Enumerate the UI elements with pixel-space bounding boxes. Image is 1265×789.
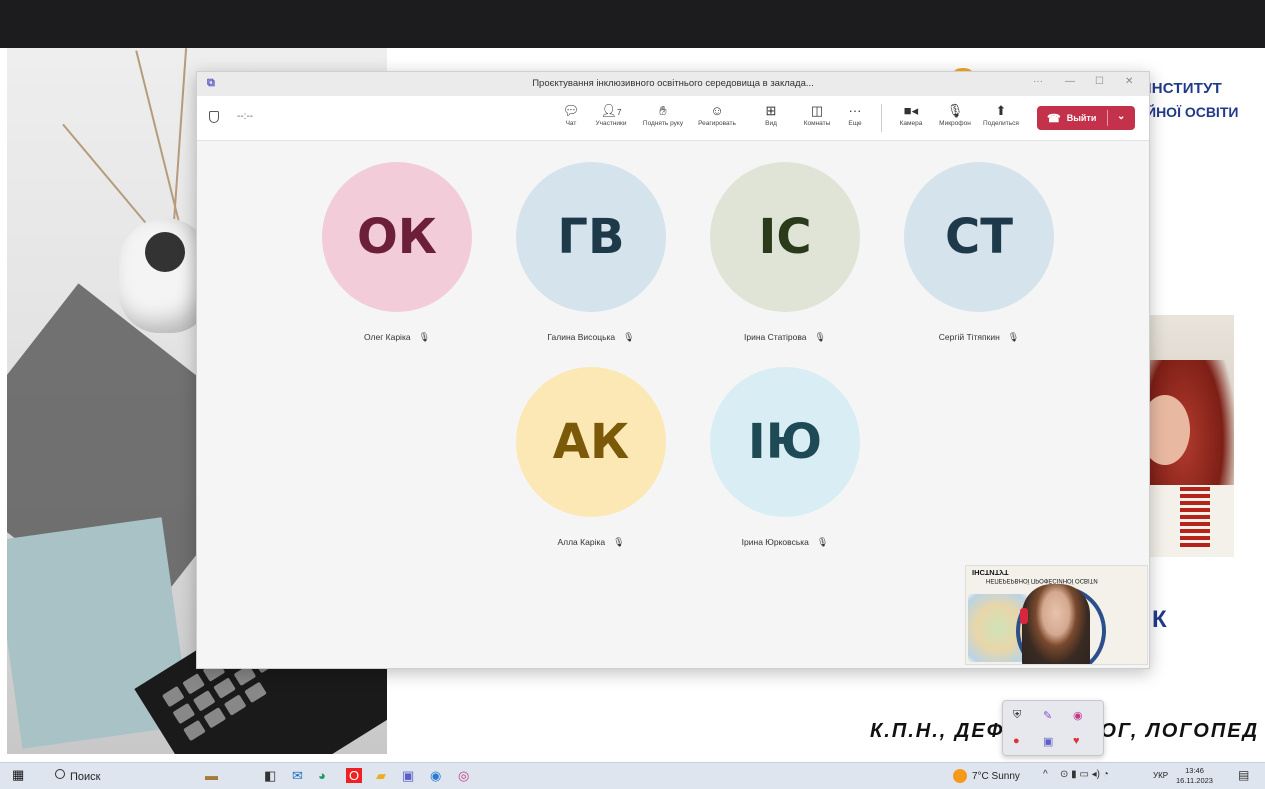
participant-name-row: Алла Каріка 🎙︎ bbox=[501, 537, 681, 548]
app-taskbar-icon[interactable]: ◉ bbox=[430, 768, 441, 784]
notifications-icon[interactable]: ▤ bbox=[1238, 768, 1249, 782]
participant-name-row: Ірина Юрковська 🎙︎ bbox=[695, 537, 875, 548]
weather-text[interactable]: 7°C Sunny bbox=[972, 771, 1020, 782]
camera-icon: ■◂ bbox=[903, 103, 919, 118]
camera-button[interactable]: ■◂ Камера bbox=[891, 102, 931, 127]
participant-name: Галина Висоцька bbox=[547, 332, 616, 342]
system-tray-icons[interactable]: ⊙ ▮ ▭ ◂) ◔ bbox=[1060, 769, 1109, 780]
participant-tile[interactable]: АК Алла Каріка 🎙︎ bbox=[501, 367, 681, 548]
window-title: Проєктування інклюзивного освітнього сер… bbox=[532, 78, 814, 89]
screen: Й ІНСТИТУТ СІЙНОЇ ОСВІТИ К К.П.Н., ДЕФ ОГ… bbox=[0, 0, 1265, 789]
mail-icon[interactable]: ✉ bbox=[292, 768, 303, 784]
people-icon: 👤︎7 bbox=[600, 103, 622, 118]
selfview-person bbox=[1022, 584, 1090, 664]
opera-icon[interactable]: O bbox=[346, 768, 363, 783]
grid-icon: ⊞ bbox=[765, 103, 777, 118]
participant-name: Сергій Тітяпкин bbox=[938, 332, 1000, 342]
mic-button[interactable]: 🎙︎ Микрофон bbox=[935, 102, 975, 127]
mic-muted-icon: 🎙︎ bbox=[814, 332, 826, 342]
mic-muted-icon: 🎙︎ bbox=[418, 332, 431, 342]
hand-icon: ✋︎ bbox=[659, 103, 667, 118]
teams-taskbar-icon[interactable]: ▣ bbox=[402, 768, 414, 784]
selfview-slide-subtitle: НЕПЕРЕРВНОЇ ПРОФЕСІЙНОЇ ОСВІТИ bbox=[986, 577, 1098, 583]
leave-button[interactable]: ☎ Выйти ⌄ bbox=[1037, 106, 1135, 130]
ellipsis-icon: ··· bbox=[848, 103, 862, 118]
headset-icon bbox=[1020, 608, 1028, 624]
meeting-timer: --:-- bbox=[237, 111, 254, 122]
teams-tray-icon[interactable]: ▣ bbox=[1043, 735, 1053, 748]
participant-name: Ірина Юрковська bbox=[741, 537, 809, 547]
participant-name: Олег Каріка bbox=[363, 332, 411, 342]
top-black-bar bbox=[0, 0, 1265, 48]
chrome-tray-icon[interactable]: ● bbox=[1013, 735, 1020, 747]
view-button[interactable]: ⊞ Вид bbox=[751, 102, 791, 127]
participant-avatar: ОК bbox=[322, 162, 472, 312]
participant-name-row: Галина Висоцька 🎙︎ bbox=[501, 332, 681, 343]
participant-avatar: ІЮ bbox=[710, 367, 860, 517]
share-icon: ⬆ bbox=[995, 103, 1007, 118]
location-tray-icon[interactable]: ♥ bbox=[1073, 735, 1080, 747]
language-indicator[interactable]: УКР bbox=[1153, 771, 1168, 780]
participant-tile[interactable]: ОК Олег Каріка 🎙︎ bbox=[307, 162, 487, 343]
participant-name-row: Олег Каріка 🎙︎ bbox=[307, 332, 487, 343]
rooms-icon: ◫ bbox=[810, 103, 824, 118]
close-button[interactable]: ✕ bbox=[1125, 76, 1133, 87]
tray-overflow-popup: ⛨ ✎ ◉ ● ▣ ♥ bbox=[1002, 700, 1104, 756]
taskbar-clock[interactable]: 13:46 16.11.2023 bbox=[1176, 766, 1213, 786]
search-icon[interactable] bbox=[55, 769, 65, 779]
smiley-icon: ☺ bbox=[710, 103, 724, 118]
task-view-icon[interactable]: ◧ bbox=[264, 768, 276, 784]
self-view-video: ІНСТИТУТ НЕПЕРЕРВНОЇ ПРОФЕСІЙНОЇ ОСВІТИ bbox=[965, 565, 1148, 665]
app-tray-icon[interactable]: ◉ bbox=[1073, 709, 1083, 722]
shield-icon[interactable] bbox=[209, 111, 219, 123]
selfview-slide-title: ІНСТИТУТ bbox=[972, 568, 1009, 577]
window-titlebar: ⧉ Проєктування інклюзивного освітнього с… bbox=[197, 72, 1149, 96]
participants-button[interactable]: 👤︎7 Участники bbox=[591, 102, 631, 127]
start-icon[interactable]: ▦ bbox=[12, 767, 24, 783]
widget-image-icon[interactable]: ▬ bbox=[205, 768, 218, 783]
participant-avatar: СТ bbox=[904, 162, 1054, 312]
taskbar-search[interactable]: Поиск bbox=[70, 771, 100, 783]
react-button[interactable]: ☺ Реагировать bbox=[697, 102, 737, 127]
pen-tray-icon[interactable]: ✎ bbox=[1043, 709, 1052, 722]
mic-muted-icon: 🎙︎ bbox=[613, 537, 625, 547]
share-button[interactable]: ⬆ Поделиться bbox=[981, 102, 1021, 127]
slide-letter: К bbox=[1152, 606, 1167, 633]
mic-muted-icon: 🎙︎ bbox=[816, 537, 829, 547]
mic-muted-icon: 🎙︎ bbox=[623, 332, 635, 342]
more-icon[interactable]: ··· bbox=[1033, 76, 1043, 87]
phone-icon: ☎ bbox=[1047, 112, 1061, 125]
participant-name: Ірина Статірова bbox=[744, 332, 807, 342]
maximize-button[interactable]: ☐ bbox=[1095, 76, 1104, 87]
more-button[interactable]: ··· Еще bbox=[835, 102, 875, 127]
participant-name: Алла Каріка bbox=[557, 537, 606, 547]
viber-taskbar-icon[interactable]: ◎ bbox=[458, 768, 469, 784]
edge-icon[interactable]: ◕ bbox=[318, 768, 326, 783]
chat-icon: 💬︎ bbox=[562, 103, 580, 118]
explorer-icon[interactable]: ▰ bbox=[376, 768, 386, 784]
decor-stem bbox=[172, 48, 188, 223]
mic-muted-icon: 🎙︎ bbox=[1007, 332, 1020, 342]
microphone-icon: 🎙︎ bbox=[946, 103, 964, 118]
raise-hand-button[interactable]: ✋︎ Поднять руку bbox=[643, 102, 683, 127]
taskbar: ▦ Поиск ▬ ◧ ✉ ◕ O ▰ ▣ ◉ ◎ 7°C Sunny ^ ⊙ … bbox=[0, 762, 1265, 789]
decor-stem bbox=[62, 123, 154, 233]
participant-tile[interactable]: СТ Сергій Тітяпкин 🎙︎ bbox=[889, 162, 1069, 343]
toolbar-divider bbox=[881, 104, 882, 132]
participant-avatar: ІС bbox=[710, 162, 860, 312]
participant-avatar: ГВ bbox=[516, 162, 666, 312]
minimize-button[interactable]: — bbox=[1065, 76, 1075, 87]
participant-name-row: Сергій Тітяпкин 🎙︎ bbox=[889, 332, 1069, 343]
tray-overflow-chevron-icon[interactable]: ^ bbox=[1043, 769, 1048, 780]
chevron-down-icon[interactable]: ⌄ bbox=[1117, 111, 1125, 122]
weather-icon bbox=[953, 769, 967, 783]
security-tray-icon[interactable]: ⛨ bbox=[1013, 709, 1021, 722]
participant-tile[interactable]: ІС Ірина Статірова 🎙︎ bbox=[695, 162, 875, 343]
participant-tile[interactable]: ІЮ Ірина Юрковська 🎙︎ bbox=[695, 367, 875, 548]
presenter-video bbox=[1150, 315, 1234, 557]
participant-name-row: Ірина Статірова 🎙︎ bbox=[695, 332, 875, 343]
participant-tile[interactable]: ГВ Галина Висоцька 🎙︎ bbox=[501, 162, 681, 343]
participant-avatar: АК bbox=[516, 367, 666, 517]
meeting-toolbar: --:-- 💬︎ Чат 👤︎7 Участники ✋︎ Поднять ру… bbox=[197, 96, 1149, 141]
